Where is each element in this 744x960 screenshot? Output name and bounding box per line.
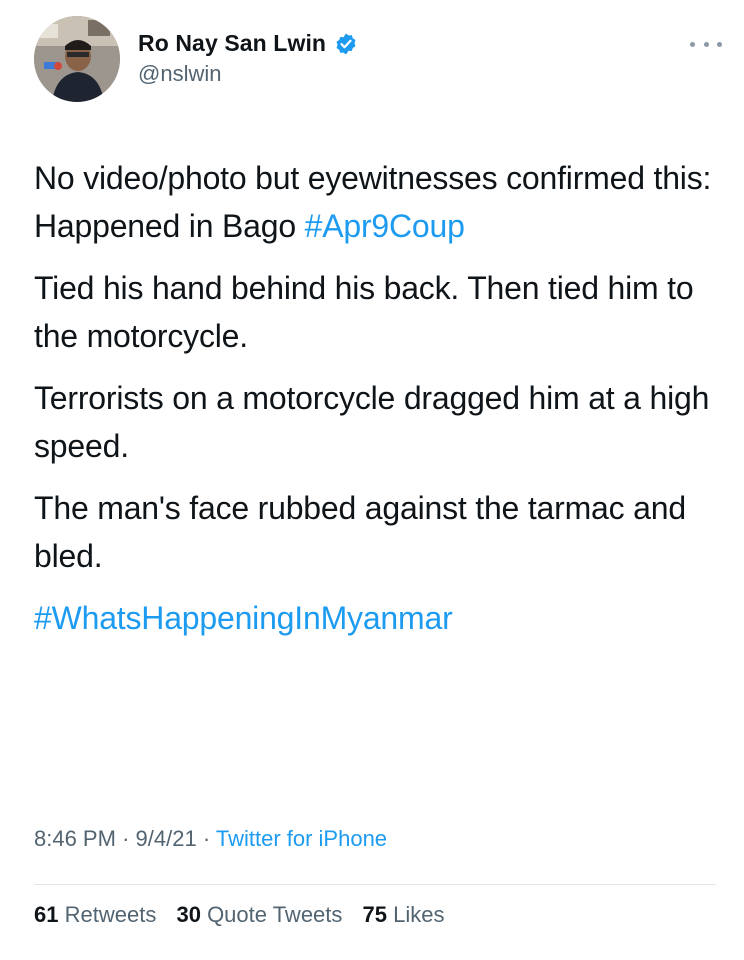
tweet-paragraph-2: Tied his hand behind his back. Then tied… [34, 270, 694, 354]
likes-count: 75 [362, 902, 388, 927]
retweets-label: Retweets [64, 902, 157, 927]
meta-separator: · [122, 826, 130, 851]
tweet-paragraph-3: Terrorists on a motorcycle dragged him a… [34, 380, 710, 464]
profile-photo-icon [34, 16, 120, 102]
verified-badge-icon [336, 33, 356, 54]
tweet-meta: 8:46 PM · 9/4/21 · Twitter for iPhone [34, 826, 387, 852]
meta-separator: · [202, 826, 211, 851]
display-name[interactable]: Ro Nay San Lwin [138, 30, 326, 57]
more-options-icon[interactable] [690, 34, 722, 54]
tweet-paragraph-4: The man's face rubbed against the tarmac… [34, 490, 686, 574]
tweet-body: No video/photo but eyewitnesses confirme… [34, 154, 724, 656]
tweet-paragraph-1: No video/photo but eyewitnesses confirme… [34, 154, 724, 250]
retweets-count: 61 [34, 902, 59, 927]
user-handle[interactable]: @nslwin [138, 61, 358, 87]
tweet-header: Ro Nay San Lwin @nslwin [34, 16, 722, 108]
divider [34, 884, 716, 885]
hashtag-link[interactable]: #WhatsHappeningInMyanmar [34, 600, 453, 636]
retweets-stat[interactable]: 61 Retweets [34, 902, 156, 927]
tweet-source-link[interactable]: Twitter for iPhone [216, 826, 387, 851]
likes-label: Likes [393, 902, 445, 927]
tweet-time[interactable]: 8:46 PM [34, 826, 116, 851]
tweet-stats: 61 Retweets 30 Quote Tweets 75 Likes [34, 902, 445, 928]
quote-tweets-count: 30 [176, 902, 201, 927]
quote-tweets-stat[interactable]: 30 Quote Tweets [176, 902, 342, 927]
tweet-paragraph-5: #WhatsHappeningInMyanmar [34, 594, 724, 642]
tweet-date[interactable]: 9/4/21 [136, 826, 197, 851]
quote-tweets-label: Quote Tweets [207, 902, 343, 927]
likes-stat[interactable]: 75 Likes [363, 902, 445, 927]
avatar[interactable] [34, 16, 120, 102]
hashtag-link[interactable]: #Apr9Coup [305, 208, 465, 244]
